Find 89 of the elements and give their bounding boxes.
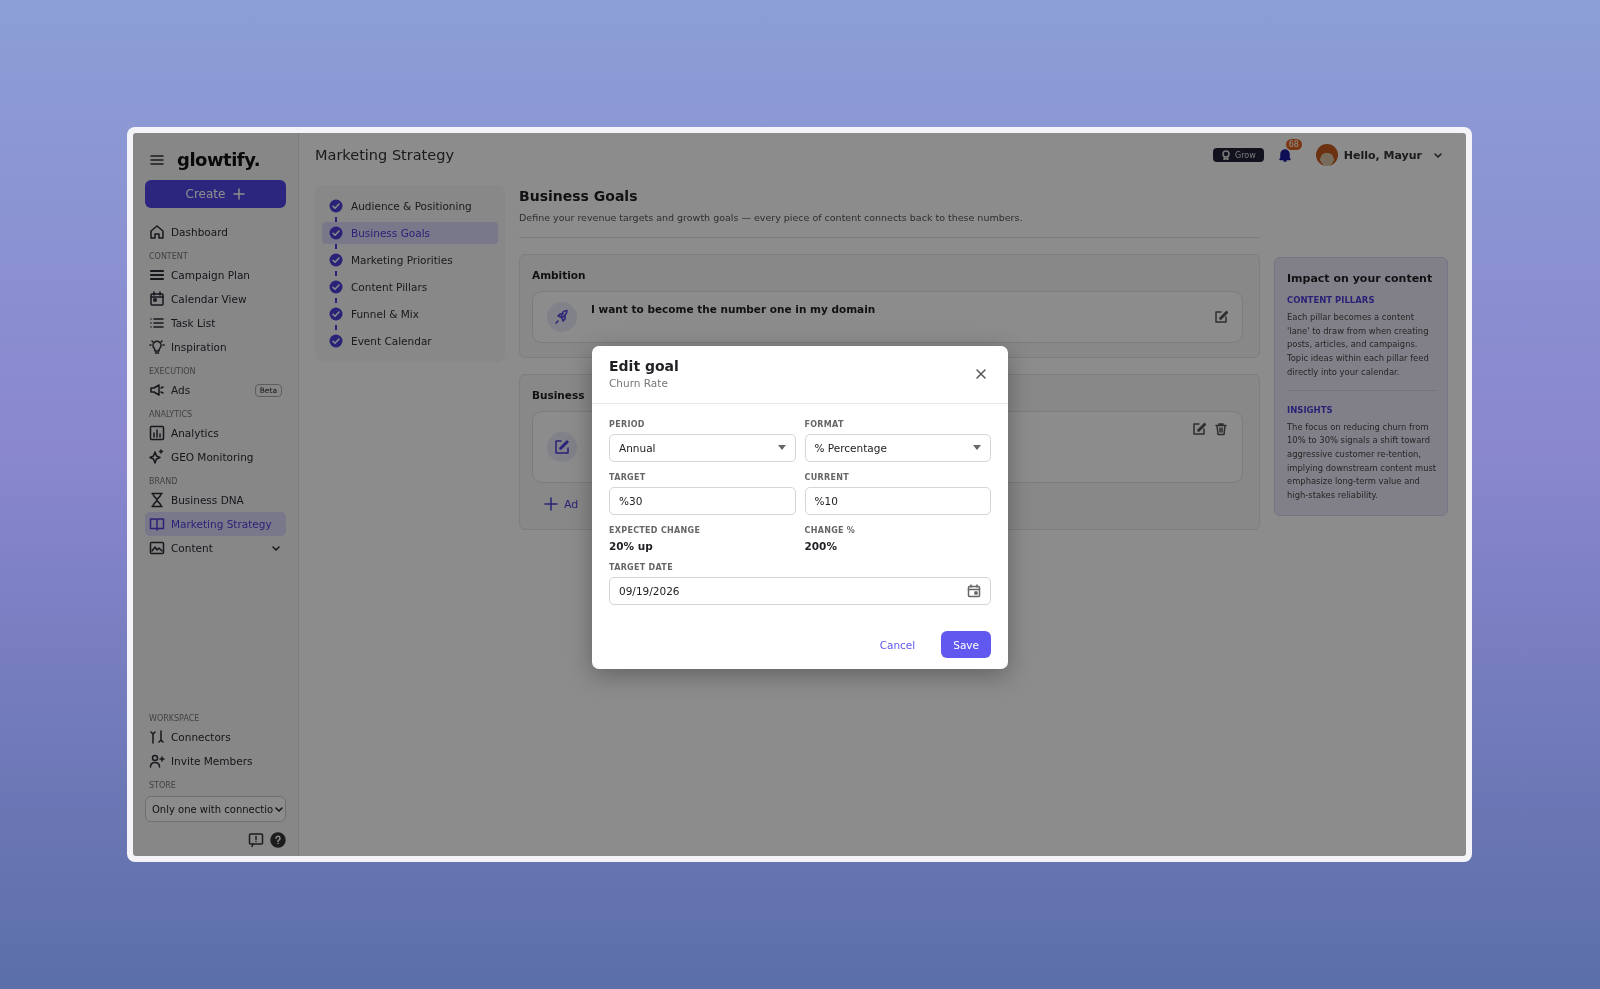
step-item[interactable]: Business Goals <box>322 222 498 244</box>
section-title: Business Goals <box>519 188 639 204</box>
step-item[interactable]: Funnel & Mix <box>322 303 498 325</box>
dropdown-icon <box>777 445 786 451</box>
help-icon <box>270 832 286 848</box>
sidebar-item[interactable]: Campaign Plan <box>145 263 286 287</box>
cancel-button[interactable]: Cancel <box>867 631 928 658</box>
sidebar-item[interactable]: Dashboard <box>145 220 286 244</box>
section-description: Define your revenue targets and growth goals — every piece of content connects back to these numbers. <box>519 212 1024 223</box>
plus-icon <box>544 497 558 511</box>
edit-icon[interactable] <box>1214 310 1228 324</box>
avatar <box>1315 144 1338 166</box>
store-select[interactable]: Only one with connectio <box>145 796 286 822</box>
sidebar-item[interactable]: Business DNA <box>145 488 286 512</box>
plus-icon <box>233 188 246 200</box>
sparkle-icon <box>149 449 165 465</box>
lightbulb-icon <box>149 339 165 355</box>
field-label: PERIOD <box>609 420 646 429</box>
close-icon[interactable] <box>974 366 988 381</box>
stacked-bars-icon <box>149 267 165 283</box>
bar-chart-icon <box>149 425 165 441</box>
step-item[interactable]: Content Pillars <box>322 276 498 298</box>
field-value: 20% up <box>609 540 654 552</box>
dialog-subtitle: Churn Rate <box>609 377 669 389</box>
plug-icon <box>149 729 165 745</box>
book-icon <box>149 516 165 532</box>
feedback-icon <box>248 832 264 848</box>
select-field[interactable]: Annual <box>609 434 796 462</box>
sidebar-item[interactable]: Task List <box>145 311 286 335</box>
megaphone-icon <box>149 382 165 398</box>
field-value: 200% <box>804 540 838 552</box>
edit-icon[interactable] <box>1192 422 1206 436</box>
field-label: TARGET DATE <box>609 563 674 572</box>
sidebar-item[interactable]: Inspiration <box>145 335 286 359</box>
trash-icon[interactable] <box>1214 422 1228 436</box>
sidebar-item[interactable]: GEO Monitoring <box>145 445 286 469</box>
dialog-title: Edit goal <box>609 358 679 374</box>
list-icon <box>149 315 165 331</box>
user-menu[interactable]: Hello, Mayur <box>1343 148 1444 162</box>
field-label: FORMAT <box>804 420 845 429</box>
section-heading: CONTENT <box>149 252 189 261</box>
image-icon <box>149 540 165 556</box>
sidebar-item[interactable]: Content <box>145 536 286 560</box>
sidebar-item[interactable]: Invite Members <box>145 749 286 773</box>
add-link[interactable]: Ad <box>544 497 579 511</box>
award-icon <box>1221 150 1231 160</box>
edit-icon <box>554 439 570 455</box>
field-label: TARGET <box>609 473 647 482</box>
logo: glowtify. <box>177 149 261 170</box>
card-title: Ambition <box>532 269 587 281</box>
save-button[interactable]: Save <box>941 631 991 658</box>
step-item[interactable]: Event Calendar <box>322 330 498 352</box>
create-button[interactable]: Create <box>145 180 286 208</box>
bell-icon[interactable] <box>1277 148 1292 162</box>
home-icon <box>149 224 165 240</box>
field-label: CURRENT <box>804 473 850 482</box>
ambition-text: I want to become the number one in my domain <box>591 303 876 315</box>
panel-heading: CONTENT PILLARS <box>1287 295 1376 305</box>
rocket-icon <box>554 309 570 325</box>
page-title: Marketing Strategy <box>315 147 454 163</box>
input-field[interactable]: %10 <box>804 487 991 515</box>
calendar-icon <box>967 584 981 598</box>
hourglass-icon <box>149 492 165 508</box>
dropdown-icon <box>973 445 981 451</box>
field-label: EXPECTED CHANGE <box>609 526 702 535</box>
plan-badge: Grow <box>1213 148 1264 162</box>
field-label: CHANGE % <box>804 526 857 535</box>
section-heading: EXECUTION <box>149 367 197 376</box>
sidebar-item[interactable]: Connectors <box>145 725 286 749</box>
panel-heading: INSIGHTS <box>1287 404 1334 415</box>
section-heading: ANALYTICS <box>149 410 194 419</box>
calendar-icon <box>149 291 165 307</box>
panel-text: Each pillar becomes a content 'lane' to draw from when creating posts, articles, and campaigns. Topic ideas within each pillar feed directly into your calendar. <box>1287 311 1430 379</box>
card-title: Business <box>532 389 586 401</box>
sidebar-item[interactable]: Analytics <box>145 421 286 445</box>
notification-count: 68 <box>1285 139 1302 150</box>
sidebar-item[interactable]: Marketing Strategy <box>145 512 286 536</box>
input-field[interactable]: %30 <box>609 487 796 515</box>
section-heading: BRAND <box>149 477 179 486</box>
panel-text: The focus on reducing churn from 10% to 30% signals a shift toward aggressive customer re-tention, implying downstream content must emphasize long-term value and high-stakes reliability. <box>1287 420 1437 503</box>
step-item[interactable]: Audience & Positioning <box>322 195 498 217</box>
add-person-icon <box>149 753 165 769</box>
step-item[interactable]: Marketing Priorities <box>322 249 498 271</box>
sidebar-item[interactable]: Calendar View <box>145 287 286 311</box>
date-field[interactable]: 09/19/2026 <box>609 577 991 605</box>
section-heading: WORKSPACE <box>149 714 201 723</box>
section-heading: STORE <box>149 781 177 790</box>
panel-title: Impact on your content <box>1287 272 1434 285</box>
select-field[interactable]: % Percentage <box>804 434 991 462</box>
